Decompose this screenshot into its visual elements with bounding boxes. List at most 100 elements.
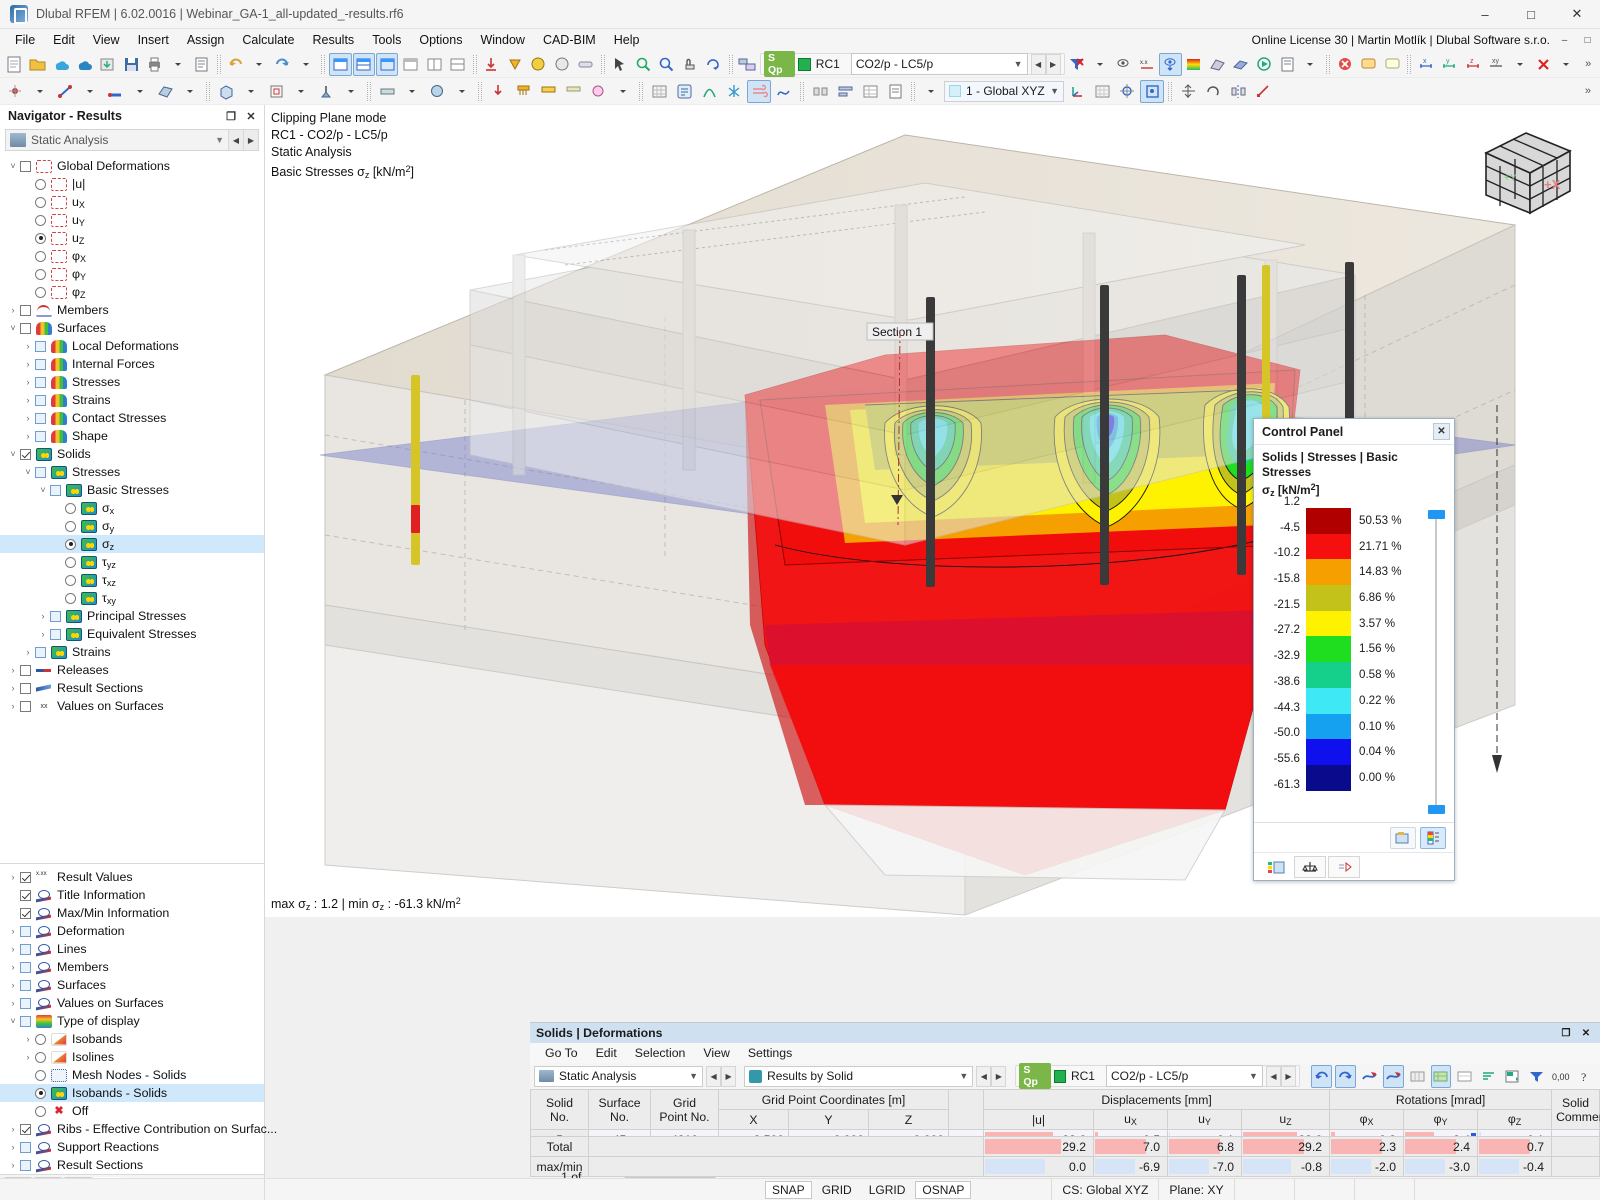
pan-icon[interactable] [679, 53, 701, 76]
navigator-analysis-combobox[interactable]: Static Analysis ▼ ◀ ▶ [5, 129, 259, 151]
table-export-excel-icon[interactable] [1502, 1065, 1523, 1088]
new-icon[interactable] [3, 53, 25, 76]
surface-dropdown-icon[interactable] [178, 80, 202, 103]
undo-icon[interactable] [225, 53, 247, 76]
delete-icon[interactable] [1532, 53, 1554, 76]
doc-minimize-button[interactable]: – [1556, 32, 1573, 49]
tree-expander[interactable]: › [6, 1124, 20, 1134]
tree-item-solids[interactable]: ˅ Solids [0, 445, 264, 463]
free-load-dropdown-icon[interactable] [611, 80, 635, 103]
select-icon[interactable] [609, 53, 631, 76]
import-icon[interactable] [97, 53, 119, 76]
coordinate-system-combobox[interactable]: 1 - Global XYZ ▼ [944, 80, 1064, 102]
tree-item-result-sections[interactable]: › Result Sections [0, 679, 264, 697]
thickness-dropdown-icon[interactable] [400, 80, 424, 103]
table-results-stepper[interactable]: ◀ ▶ [976, 1065, 1007, 1087]
navigator-prev-button[interactable]: ◀ [228, 130, 243, 150]
tree-radio[interactable] [65, 520, 76, 532]
mesh-icon[interactable] [647, 80, 671, 103]
tree-item-mesh-nodes-solids[interactable]: Mesh Nodes - Solids [0, 1066, 264, 1084]
dim-z-icon[interactable]: z [1462, 53, 1484, 76]
save-icon[interactable] [120, 53, 142, 76]
dim-all-icon[interactable]: xy [1485, 53, 1507, 76]
tree-item-strains[interactable]: › Strains [0, 391, 264, 409]
menu-tools[interactable]: Tools [363, 31, 410, 49]
animation-icon[interactable] [1253, 53, 1275, 76]
tree-expander[interactable]: › [6, 305, 20, 315]
tree-expander[interactable]: › [21, 1034, 35, 1044]
tree-checkbox[interactable] [20, 889, 31, 901]
menu-results[interactable]: Results [304, 31, 364, 49]
osnap-icon[interactable] [1140, 79, 1164, 103]
panel-tab-factors-icon[interactable] [1294, 855, 1326, 878]
tree-item-local-deformations[interactable]: › Local Deformations [0, 337, 264, 355]
table-redo-icon[interactable] [1334, 1064, 1356, 1088]
maximize-button[interactable]: □ [1508, 0, 1554, 29]
tree-expander[interactable]: ˅ [6, 1016, 20, 1026]
solid-dropdown-icon[interactable] [239, 80, 263, 103]
tree-checkbox[interactable] [20, 322, 31, 334]
model-viewport[interactable]: Clipping Plane mode RC1 - CO2/p - LC5/p … [265, 105, 1600, 917]
tree-checkbox[interactable] [50, 610, 61, 622]
panel-tab-color-scale-icon[interactable] [1260, 855, 1292, 878]
legend-scale-edit-icon[interactable] [1420, 826, 1446, 849]
surface-insert-icon[interactable] [153, 80, 177, 103]
material-icon[interactable] [425, 80, 449, 103]
tree-checkbox[interactable] [35, 646, 46, 658]
tree-radio[interactable] [35, 286, 46, 298]
printout-dropdown-icon[interactable] [1300, 53, 1322, 76]
line-insert-icon[interactable] [53, 80, 77, 103]
tree-item-x[interactable]: φX [0, 247, 264, 265]
surface-load-icon[interactable] [536, 80, 560, 103]
control-panel[interactable]: Control Panel ✕ Solids | Stresses | Basi… [1253, 418, 1455, 882]
tree-checkbox[interactable] [20, 1141, 31, 1153]
isoband-icon[interactable] [1183, 53, 1205, 76]
table-view-icon[interactable] [858, 80, 882, 103]
legend-settings-icon[interactable] [1390, 826, 1416, 849]
rotate-obj-icon[interactable] [1201, 80, 1225, 103]
tree-checkbox[interactable] [20, 943, 31, 955]
tree-expander[interactable]: › [21, 647, 35, 657]
tree-expander[interactable]: › [6, 926, 20, 936]
tree-item-title-information[interactable]: Title Information [0, 886, 264, 904]
table-view-mode-icon[interactable] [1454, 1065, 1475, 1088]
tree-item-type-of-display[interactable]: ˅ Type of display [0, 1012, 264, 1030]
tree-item-global-deformations[interactable]: ˅ Global Deformations [0, 157, 264, 175]
view-window-5-icon[interactable] [423, 53, 445, 76]
tree-expander[interactable]: › [36, 629, 50, 639]
wind-load-icon[interactable] [747, 79, 771, 103]
tree-item-yz[interactable]: τyz [0, 553, 264, 571]
filter-dropdown-icon[interactable] [1089, 53, 1111, 76]
tree-item-support-reactions[interactable]: › Support Reactions [0, 1138, 264, 1156]
legend-range-slider[interactable] [1426, 508, 1448, 816]
load-solid-icon[interactable] [574, 53, 596, 76]
view-window-1-icon[interactable] [329, 52, 352, 76]
snap-button-grid[interactable]: GRID [815, 1181, 859, 1199]
tree-item-y[interactable]: σy [0, 517, 264, 535]
timeline-icon[interactable] [772, 80, 796, 103]
member-dropdown-icon[interactable] [128, 80, 152, 103]
delete-dropdown-icon[interactable] [1556, 53, 1578, 76]
navigator-close-icon[interactable]: ✕ [242, 107, 260, 125]
menu-cadbim[interactable]: CAD-BIM [534, 31, 605, 49]
properties-icon[interactable] [883, 80, 907, 103]
tree-radio[interactable] [65, 556, 76, 568]
snap-button-osnap[interactable]: OSNAP [915, 1180, 972, 1199]
tree-item-z[interactable]: φZ [0, 283, 264, 301]
tree-expander[interactable]: › [6, 998, 20, 1008]
legend-band[interactable] [1306, 687, 1351, 714]
menu-view[interactable]: View [84, 31, 129, 49]
tree-radio[interactable] [35, 1087, 46, 1099]
tree-checkbox[interactable] [50, 484, 61, 496]
tree-item-off[interactable]: ✖ Off [0, 1102, 264, 1120]
tree-radio[interactable] [35, 232, 46, 244]
tree-expander[interactable]: › [21, 395, 35, 405]
tree-checkbox[interactable] [20, 871, 31, 883]
error-check-icon[interactable] [1334, 53, 1356, 76]
table-next-result-icon[interactable] [1382, 1064, 1404, 1088]
tree-expander[interactable]: › [21, 1052, 35, 1062]
table-loadcase-combobox[interactable]: CO2/p - LC5/p ▼ [1105, 1065, 1263, 1087]
rotate-icon[interactable] [702, 53, 724, 76]
tree-item-equivalent-stresses[interactable]: › Equivalent Stresses [0, 625, 264, 643]
tree-checkbox[interactable] [20, 979, 31, 991]
